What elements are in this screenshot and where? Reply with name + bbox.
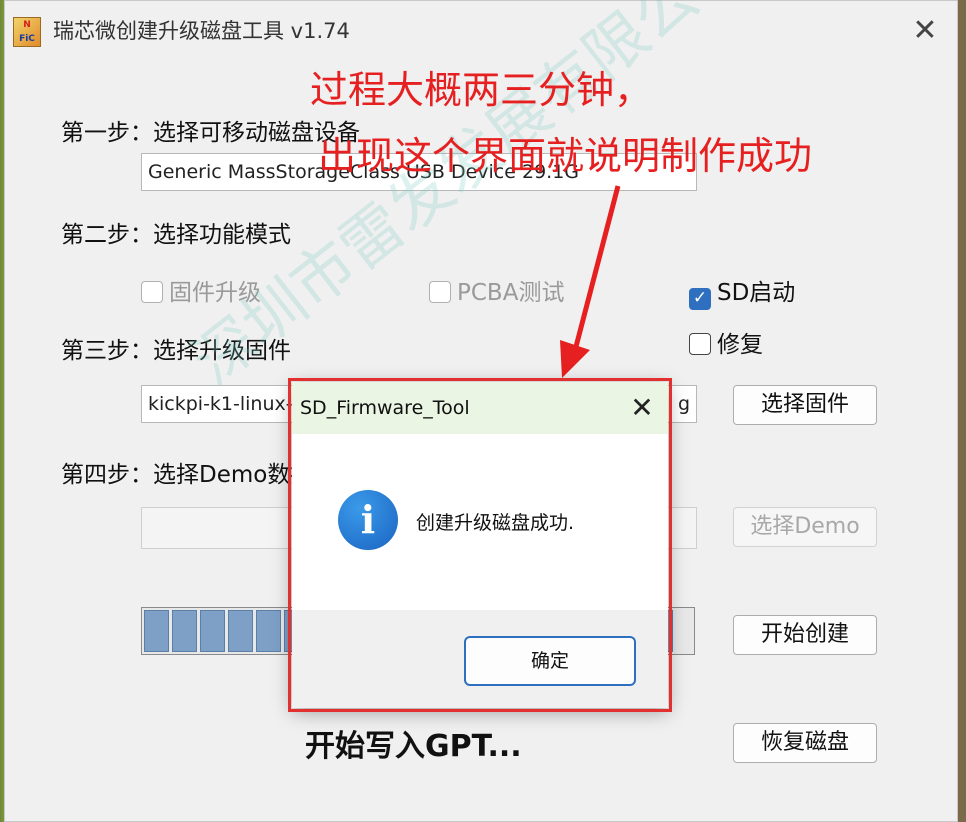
- pcba-test-checkbox[interactable]: PCBA测试: [429, 273, 564, 307]
- progress-segment: [172, 610, 197, 652]
- dialog-title: SD_Firmware_Tool: [292, 382, 668, 434]
- select-demo-button[interactable]: 选择Demo: [733, 507, 877, 547]
- checkbox-box: [689, 333, 711, 355]
- checkmark-icon: ✓: [689, 288, 711, 310]
- annotation-line2: 出现这个界面就说明制作成功: [318, 134, 813, 178]
- close-icon[interactable]: ✕: [907, 13, 943, 49]
- step1-label: 第一步：选择可移动磁盘设备: [61, 120, 360, 146]
- progress-segment: [256, 610, 281, 652]
- annotation-line1: 过程大概两三分钟，: [310, 68, 653, 112]
- progress-segment: [228, 610, 253, 652]
- window-title: 瑞芯微创建升级磁盘工具 v1.74: [53, 19, 350, 43]
- checkbox-box: [429, 281, 451, 303]
- checkbox-box: [141, 281, 163, 303]
- app-logo-icon: N FiC: [13, 17, 41, 47]
- step4-label: 第四步：选择Demo数据: [61, 462, 314, 488]
- select-firmware-button[interactable]: 选择固件: [733, 385, 877, 425]
- repair-checkbox[interactable]: 修复: [689, 325, 763, 359]
- title-bar: N FiC 瑞芯微创建升级磁盘工具 v1.74 ✕: [5, 1, 957, 59]
- step2-label: 第二步：选择功能模式: [61, 222, 291, 248]
- step3-label: 第三步：选择升级固件: [61, 338, 291, 364]
- info-icon: i: [338, 490, 398, 550]
- status-text: 开始写入GPT...: [305, 729, 522, 764]
- firmware-upgrade-checkbox[interactable]: 固件升级: [141, 273, 261, 307]
- progress-segment: [200, 610, 225, 652]
- sd-boot-checkbox[interactable]: ✓ SD启动: [689, 273, 795, 310]
- dialog-close-icon[interactable]: ✕: [626, 390, 658, 426]
- progress-segment: [144, 610, 169, 652]
- dialog-message: 创建升级磁盘成功.: [416, 512, 575, 534]
- start-create-button[interactable]: 开始创建: [733, 615, 877, 655]
- restore-disk-button[interactable]: 恢复磁盘: [733, 723, 877, 763]
- ok-button[interactable]: 确定: [464, 636, 636, 686]
